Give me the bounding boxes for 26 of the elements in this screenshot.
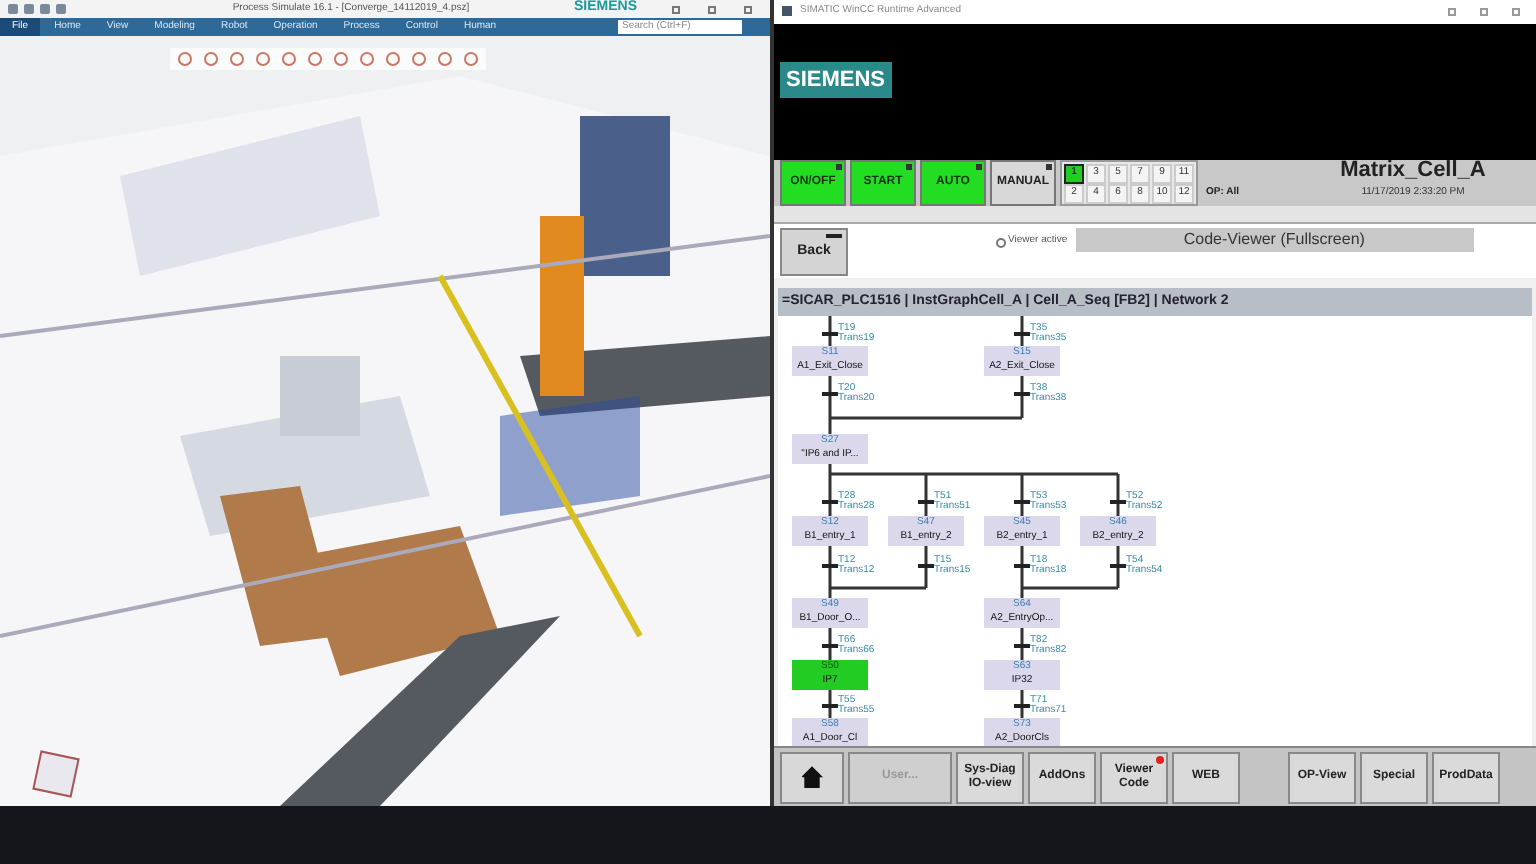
house-icon — [801, 766, 823, 789]
transition-bar — [822, 331, 838, 336]
transition-bar — [1110, 499, 1126, 504]
cell-name: Matrix_Cell_A — [1340, 155, 1486, 185]
transition-bar — [1014, 499, 1030, 504]
viewer-title: Code-Viewer (Fullscreen) — [1075, 228, 1474, 253]
transition-bar — [822, 563, 838, 568]
transition-bar — [822, 643, 838, 648]
transition-bar — [1014, 331, 1030, 336]
transition-bar — [918, 499, 934, 504]
transition-bar — [1110, 563, 1126, 568]
transition-bar — [822, 499, 838, 504]
status-icon — [976, 163, 982, 169]
transition-bar — [1014, 703, 1030, 708]
transition-bar — [1014, 391, 1030, 396]
transition-bar — [822, 391, 838, 396]
transition-bar — [822, 703, 838, 708]
home-button[interactable] — [780, 751, 844, 804]
status-icon — [836, 163, 842, 169]
status-icon — [906, 163, 912, 169]
transition-bar — [1014, 643, 1030, 648]
transition-bar — [918, 563, 934, 568]
siemens-logo: SIEMENS — [780, 61, 892, 99]
transition-bar — [1014, 563, 1030, 568]
app-icon — [782, 6, 792, 17]
status-icon — [1046, 163, 1052, 169]
